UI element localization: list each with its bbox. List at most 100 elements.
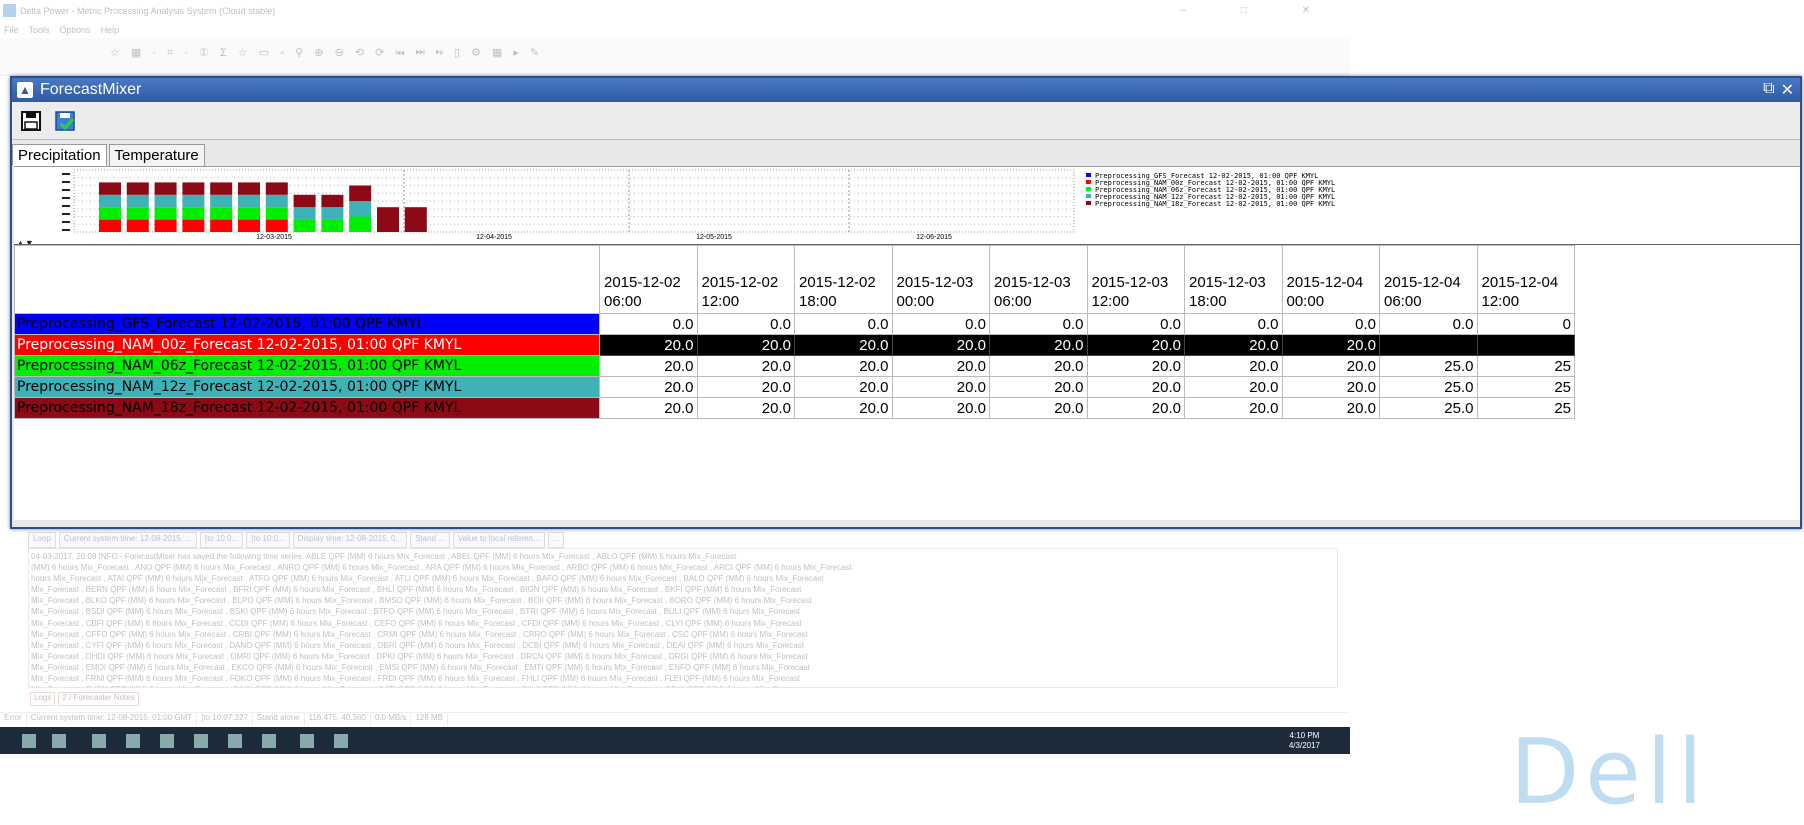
start-icon[interactable]: [22, 734, 36, 748]
value-cell[interactable]: 20.0: [989, 355, 1088, 377]
value-cell[interactable]: 20.0: [599, 355, 698, 377]
column-header[interactable]: 2015-12-04 06:00: [1379, 245, 1478, 314]
row-label[interactable]: Preprocessing_NAM_06z_Forecast 12-02-201…: [14, 355, 600, 377]
chrome-icon[interactable]: [160, 734, 174, 748]
value-cell[interactable]: 25.0: [1379, 397, 1478, 419]
value-cell[interactable]: 20.0: [891, 355, 990, 377]
bar-segment: [99, 219, 121, 232]
value-cell[interactable]: 20.0: [1086, 397, 1185, 419]
save-button[interactable]: [18, 108, 44, 134]
background-status-field: [to 10:07:327: [197, 713, 253, 726]
value-cell[interactable]: 20.0: [696, 355, 795, 377]
value-cell[interactable]: 20.0: [1281, 397, 1380, 419]
app-icon-5[interactable]: [300, 734, 314, 748]
value-cell[interactable]: 20.0: [891, 397, 990, 419]
value-cell[interactable]: 0: [1476, 313, 1575, 335]
value-cell[interactable]: 20.0: [1281, 355, 1380, 377]
value-cell[interactable]: 20.0: [1086, 355, 1185, 377]
clock[interactable]: 4:10 PM 4/3/2017: [1289, 731, 1320, 751]
window-title-bar[interactable]: ▲ ForecastMixer ⧉ ✕: [12, 78, 1800, 102]
value-cell[interactable]: 20.0: [599, 334, 698, 356]
browser-icon[interactable]: [126, 734, 140, 748]
value-cell[interactable]: 0.0: [599, 313, 698, 335]
close-icon[interactable]: ✕: [1781, 80, 1794, 100]
app-icon-4[interactable]: [262, 734, 276, 748]
value-cell[interactable]: 20.0: [696, 376, 795, 398]
value-cell[interactable]: 0.0: [1184, 313, 1283, 335]
app-icon: [3, 4, 16, 17]
app-icon-6[interactable]: [334, 734, 348, 748]
bar-segment: [182, 182, 205, 195]
column-header[interactable]: 2015-12-04 00:00: [1281, 245, 1380, 314]
value-cell[interactable]: 20.0: [1184, 397, 1283, 419]
bar-segment: [238, 182, 260, 195]
value-cell[interactable]: 0.0: [989, 313, 1088, 335]
table-row: Preprocessing_NAM_12z_Forecast 12-02-201…: [14, 376, 1575, 398]
column-time: 06:00: [604, 293, 642, 310]
value-cell[interactable]: 25: [1476, 355, 1575, 377]
background-log-line: 04-03-2017, 20:09 INFO - ForecastMixer h…: [31, 552, 737, 561]
background-panel-tab: ...: [547, 532, 565, 548]
background-status-field: 116.475, 40.360: [305, 713, 371, 726]
value-cell[interactable]: 20.0: [989, 376, 1088, 398]
value-cell[interactable]: 0.0: [696, 313, 795, 335]
value-cell[interactable]: 20.0: [1184, 376, 1283, 398]
value-cell[interactable]: 20.0: [794, 355, 893, 377]
value-cell[interactable]: 20.0: [1184, 355, 1283, 377]
value-cell[interactable]: 20.0: [599, 397, 698, 419]
background-toolbar-icons: ☆ ▦ · ⌗ · ① Σ ☆ ▭ ▫ ⚲ ⊕ ⊖ ⟲ ⟳ ⏮ ⏭ ⏯ ▯ ⚙ …: [110, 47, 544, 59]
value-cell[interactable]: 20.0: [794, 334, 893, 356]
value-cell[interactable]: 20.0: [989, 334, 1088, 356]
value-cell[interactable]: 20.0: [989, 397, 1088, 419]
value-cell[interactable]: 20.0: [1086, 376, 1185, 398]
value-cell[interactable]: 20.0: [599, 376, 698, 398]
app-icon-2[interactable]: [194, 734, 208, 748]
bar-segment: [99, 194, 121, 208]
value-cell[interactable]: 0.0: [891, 313, 990, 335]
tab-temperature[interactable]: Temperature: [108, 144, 205, 166]
save-and-commit-button[interactable]: [52, 108, 78, 134]
value-cell[interactable]: 20.0: [1184, 334, 1283, 356]
forecast-mixer-window: ▲ ForecastMixer ⧉ ✕ Precipitation Tempera…: [10, 76, 1802, 529]
column-header[interactable]: 2015-12-04 12:00: [1476, 245, 1575, 314]
value-cell[interactable]: 25.0: [1379, 355, 1478, 377]
column-header[interactable]: 2015-12-03 06:00: [989, 245, 1088, 314]
task-view-icon[interactable]: [52, 734, 66, 748]
column-header[interactable]: 2015-12-02 06:00: [599, 245, 698, 314]
column-header[interactable]: 2015-12-03 18:00: [1184, 245, 1283, 314]
background-window-controls[interactable]: ‒ □ ✕: [1180, 5, 1336, 16]
value-cell[interactable]: [1476, 334, 1575, 356]
row-label[interactable]: Preprocessing_NAM_18z_Forecast 12-02-201…: [14, 397, 600, 419]
x-tick-label: 12-06-2015: [916, 234, 952, 239]
app-icon-3[interactable]: [228, 734, 242, 748]
column-header[interactable]: 2015-12-03 12:00: [1086, 245, 1185, 314]
value-cell[interactable]: 20.0: [696, 397, 795, 419]
bar-segment: [265, 182, 288, 195]
row-label[interactable]: Preprocessing_GFS_Forecast 12-02-2015, 0…: [14, 313, 600, 335]
file-explorer-icon[interactable]: [92, 734, 106, 748]
value-cell[interactable]: 20.0: [1281, 376, 1380, 398]
value-cell[interactable]: 20.0: [794, 376, 893, 398]
column-header[interactable]: 2015-12-03 00:00: [891, 245, 990, 314]
value-cell[interactable]: 0.0: [1086, 313, 1185, 335]
restore-icon[interactable]: ⧉: [1763, 80, 1774, 100]
value-cell[interactable]: [1379, 334, 1478, 356]
value-cell[interactable]: 20.0: [696, 334, 795, 356]
tab-precipitation[interactable]: Precipitation: [12, 144, 107, 166]
value-cell[interactable]: 0.0: [1281, 313, 1380, 335]
value-cell[interactable]: 25: [1476, 376, 1575, 398]
value-cell[interactable]: 0.0: [1379, 313, 1478, 335]
value-cell[interactable]: 20.0: [1281, 334, 1380, 356]
background-log-line: hours Mix_Forecast , ATAI QPF (MM) 6 hou…: [31, 574, 824, 584]
value-cell[interactable]: 20.0: [891, 376, 990, 398]
row-label[interactable]: Preprocessing_NAM_00z_Forecast 12-02-201…: [14, 334, 600, 356]
value-cell[interactable]: 20.0: [794, 397, 893, 419]
row-label[interactable]: Preprocessing_NAM_12z_Forecast 12-02-201…: [14, 376, 600, 398]
value-cell[interactable]: 20.0: [891, 334, 990, 356]
value-cell[interactable]: 25.0: [1379, 376, 1478, 398]
column-header[interactable]: 2015-12-02 12:00: [696, 245, 795, 314]
value-cell[interactable]: 25: [1476, 397, 1575, 419]
value-cell[interactable]: 20.0: [1086, 334, 1185, 356]
value-cell[interactable]: 0.0: [794, 313, 893, 335]
column-header[interactable]: 2015-12-02 18:00: [794, 245, 893, 314]
